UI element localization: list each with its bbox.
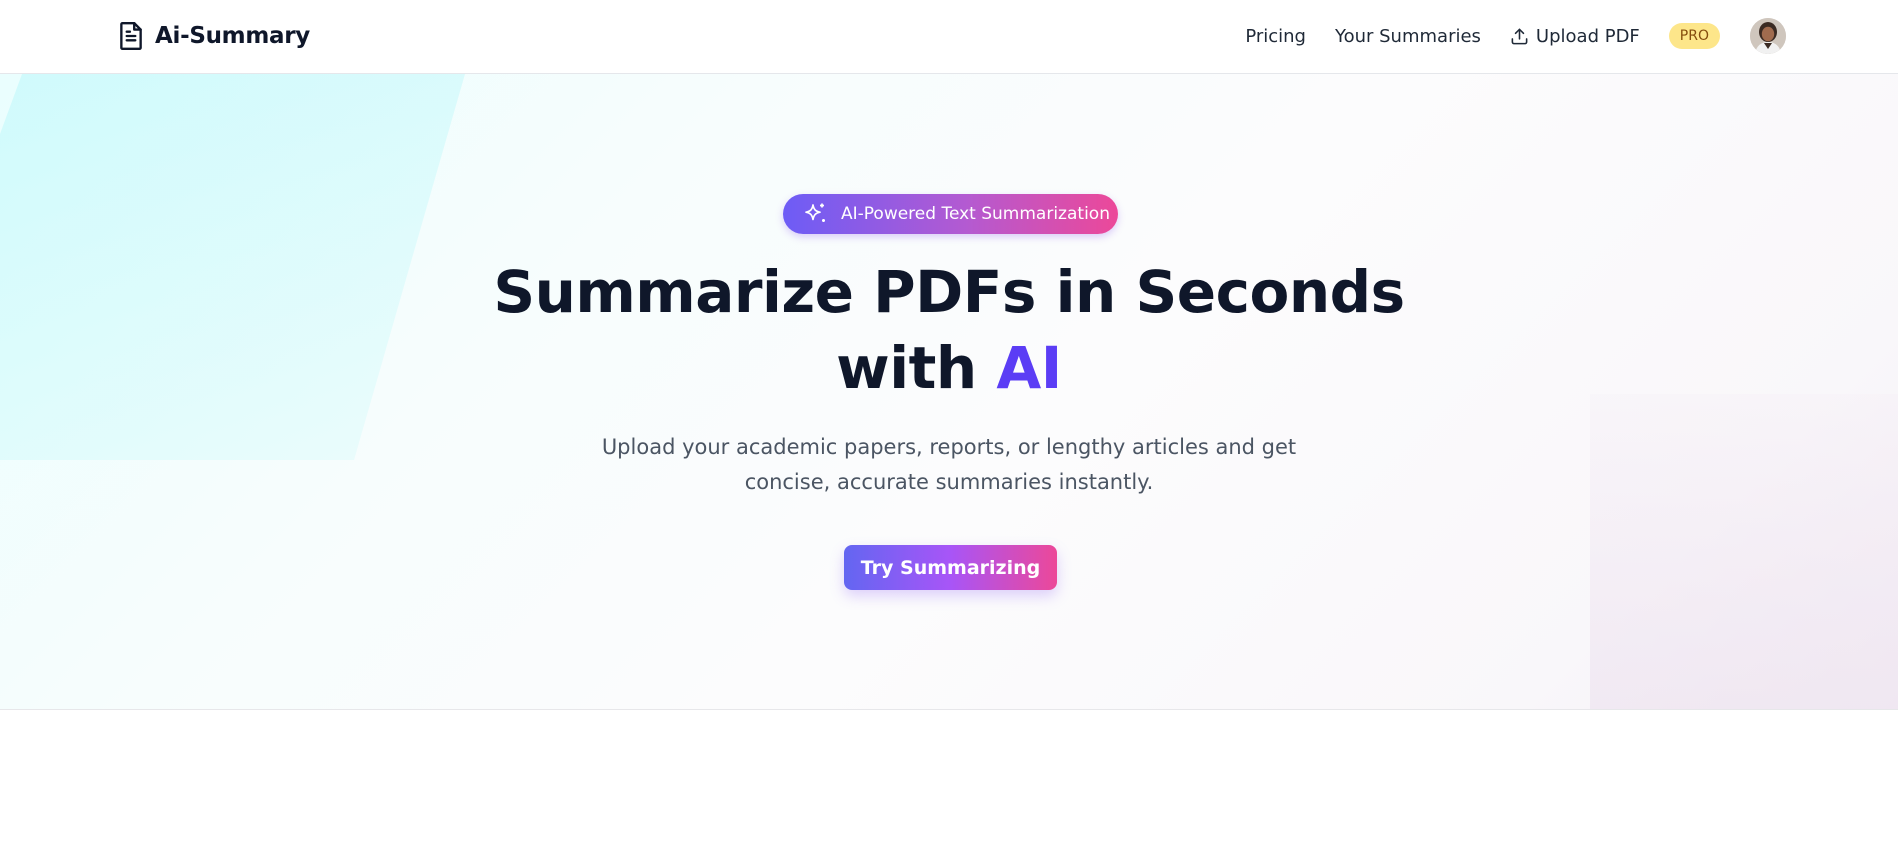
nav-link-pricing-label: Pricing	[1245, 25, 1306, 47]
document-icon	[116, 19, 146, 53]
brand-name: Ai-Summary	[155, 23, 310, 49]
subtitle-line2: concise, accurate summaries instantly.	[744, 470, 1154, 494]
headline-line2-prefix: with	[836, 334, 977, 402]
background-shape-right	[1590, 394, 1898, 709]
background-shape-left	[0, 74, 465, 460]
try-summarizing-button[interactable]: Try Summarizing	[844, 545, 1057, 590]
main-nav: Pricing Your Summaries Upload PDF PRO	[1245, 16, 1786, 56]
feature-pill-label: AI-Powered Text Summarization	[841, 204, 1110, 224]
nav-link-upload-pdf[interactable]: Upload PDF	[1510, 25, 1640, 47]
subtitle-line1: Upload your academic papers, reports, or…	[601, 435, 1297, 459]
pro-badge: PRO	[1668, 23, 1720, 49]
hero-headline: Summarize PDFs in Seconds with AI	[449, 254, 1449, 406]
user-avatar[interactable]	[1750, 18, 1786, 54]
sparkles-icon	[802, 201, 828, 227]
hero-section: AI-Powered Text Summarization Summarize …	[0, 74, 1898, 710]
upload-icon	[1510, 25, 1530, 47]
brand-logo-link[interactable]: Ai-Summary	[116, 19, 310, 53]
nav-link-your-summaries-label: Your Summaries	[1334, 25, 1481, 47]
feature-pill: AI-Powered Text Summarization	[783, 194, 1118, 234]
nav-link-upload-pdf-label: Upload PDF	[1535, 25, 1640, 47]
headline-line1: Summarize PDFs in Seconds	[493, 258, 1405, 326]
headline-accent-text: AI	[996, 334, 1062, 402]
top-navbar: Ai-Summary Pricing Your Summaries Upload…	[0, 0, 1898, 74]
hero-subtitle: Upload your academic papers, reports, or…	[599, 430, 1299, 500]
nav-link-your-summaries[interactable]: Your Summaries	[1335, 26, 1481, 47]
nav-link-pricing[interactable]: Pricing	[1245, 26, 1306, 47]
